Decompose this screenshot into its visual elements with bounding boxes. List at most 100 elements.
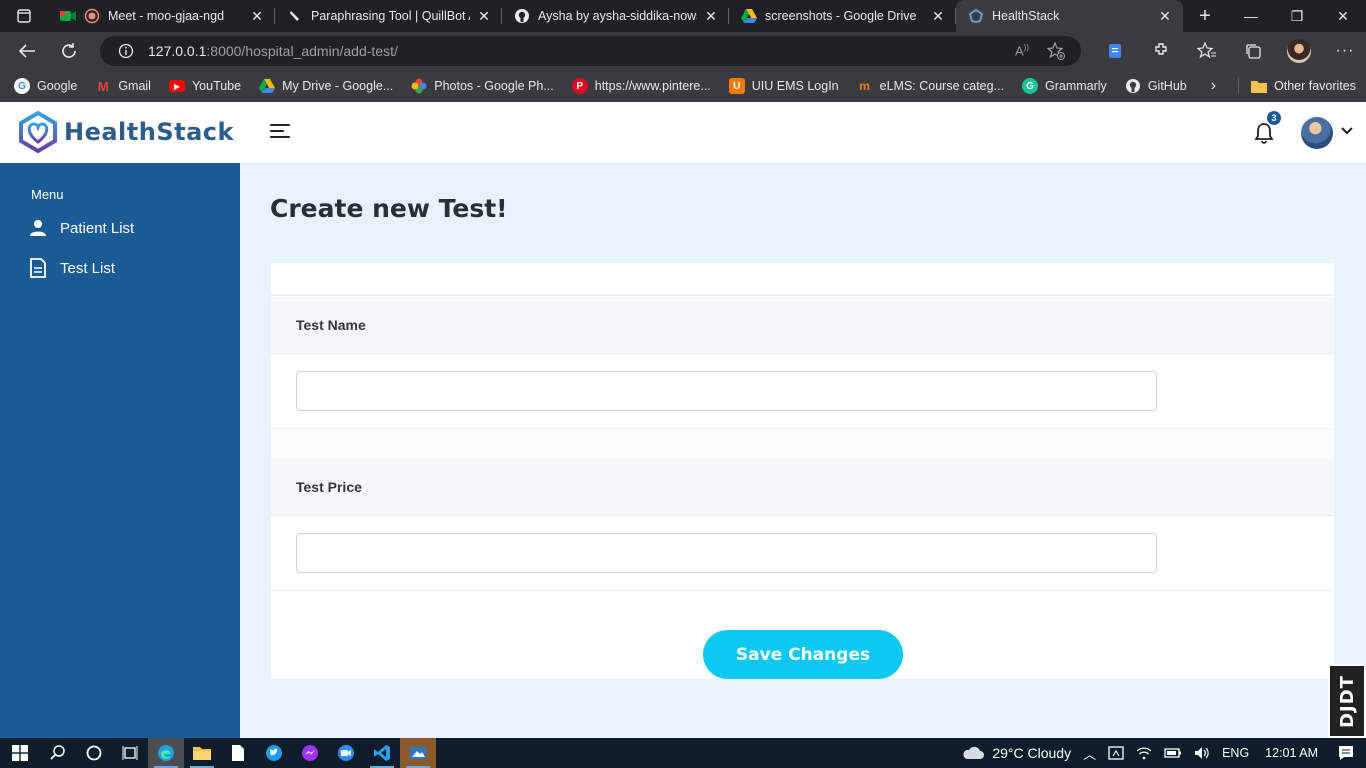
close-tab-icon[interactable]: ✕	[1157, 8, 1173, 24]
browser-tab-active[interactable]: HealthStack ✕	[956, 0, 1183, 32]
tab-title: screenshots - Google Drive	[765, 9, 917, 23]
close-tab-icon[interactable]: ✕	[249, 8, 265, 24]
battery-icon[interactable]	[1164, 747, 1182, 759]
taskbar-file-explorer[interactable]	[184, 738, 220, 768]
action-center-icon[interactable]	[1338, 745, 1354, 761]
taskbar-snipping-tool[interactable]	[400, 738, 436, 768]
weather-widget[interactable]: 29°C Cloudy	[962, 745, 1071, 761]
search-icon	[50, 745, 65, 760]
bookmark-item[interactable]: m eLMS: Course categ...	[857, 78, 1004, 94]
task-view-button[interactable]	[112, 738, 148, 768]
volume-icon[interactable]	[1194, 746, 1210, 760]
bookmark-item[interactable]: GitHub	[1125, 78, 1187, 94]
zoom-icon	[338, 745, 354, 761]
start-button[interactable]	[0, 738, 40, 768]
browser-tab[interactable]: screenshots - Google Drive ✕	[729, 0, 956, 32]
hamburger-menu-icon[interactable]	[270, 124, 290, 142]
test-name-input[interactable]	[296, 371, 1157, 411]
read-aloud-icon[interactable]: A))	[1015, 43, 1029, 58]
drive-icon	[259, 78, 276, 94]
docs-extension-icon[interactable]	[1092, 43, 1138, 59]
extensions-icon[interactable]	[1138, 42, 1184, 60]
chevron-down-icon[interactable]	[1340, 124, 1354, 143]
refresh-icon	[62, 43, 76, 58]
address-bar[interactable]: 127.0.0.1:8000/hospital_admin/add-test/ …	[100, 36, 1081, 66]
snipping-icon	[410, 747, 426, 759]
back-arrow-icon	[18, 44, 35, 58]
taskbar-vscode[interactable]	[364, 738, 400, 768]
more-menu-icon[interactable]: ···	[1322, 42, 1366, 60]
restore-icon[interactable]: ❐	[1274, 0, 1320, 32]
test-price-input[interactable]	[296, 533, 1157, 573]
brand-logo[interactable]: HealthStack	[18, 111, 234, 153]
wifi-icon[interactable]	[1136, 746, 1152, 760]
django-debug-toolbar-handle[interactable]: DJDT	[1328, 664, 1366, 738]
document-icon	[28, 258, 48, 278]
taskbar-edge[interactable]	[148, 738, 184, 768]
bookmark-item[interactable]: G Google	[14, 78, 77, 94]
toolbar-extensions: ···	[1092, 32, 1366, 70]
tab-title: Paraphrasing Tool | QuillBot AI	[311, 9, 470, 23]
profile-avatar[interactable]	[1276, 39, 1322, 63]
other-favorites[interactable]: Other favorites	[1251, 78, 1356, 94]
taskbar-notepad[interactable]	[220, 738, 256, 768]
app-header: HealthStack 3	[0, 102, 1366, 163]
sidebar-item-label: Patient List	[60, 219, 135, 237]
browser-tab[interactable]: Aysha by aysha-siddika-nows ✕	[502, 0, 729, 32]
sidebar-item-label: Test List	[60, 259, 116, 277]
browser-tab[interactable]: Paraphrasing Tool | QuillBot AI ✕	[275, 0, 502, 32]
bookmark-item[interactable]: U UIU EMS LogIn	[728, 78, 839, 94]
collections-icon[interactable]	[1230, 42, 1276, 60]
back-button[interactable]	[6, 32, 48, 70]
close-tab-icon[interactable]: ✕	[930, 8, 946, 24]
messenger-icon	[302, 745, 318, 761]
bookmark-item[interactable]: Photos - Google Ph...	[411, 78, 554, 94]
folder-icon	[1251, 78, 1268, 94]
cloud-icon	[963, 746, 985, 759]
browser-tab[interactable]: Meet - moo-gjaa-ngd ✕	[48, 0, 275, 32]
new-tab-button[interactable]: +	[1183, 0, 1227, 32]
tab-actions-button[interactable]	[0, 0, 48, 32]
favorites-icon[interactable]	[1184, 42, 1230, 60]
user-avatar[interactable]	[1301, 117, 1333, 149]
taskbar-zoom[interactable]	[328, 738, 364, 768]
sidebar-item-patient-list[interactable]: Patient List	[28, 218, 134, 238]
cortana-button[interactable]	[76, 738, 112, 768]
bookmark-item[interactable]: ▶ YouTube	[168, 79, 241, 93]
taskbar-messenger[interactable]	[292, 738, 328, 768]
info-icon[interactable]	[118, 43, 134, 59]
chevron-up-icon[interactable]: ︿	[1083, 744, 1096, 763]
bookmark-item[interactable]: M Gmail	[95, 78, 151, 94]
close-tab-icon[interactable]: ✕	[476, 8, 492, 24]
search-button[interactable]	[40, 738, 76, 768]
taskbar-twitter[interactable]	[256, 738, 292, 768]
bookmarks-bar: G Google M Gmail ▶ YouTube My Drive - Googl…	[0, 70, 1366, 102]
pinterest-icon: P	[571, 78, 588, 94]
url-text: 127.0.0.1:8000/hospital_admin/add-test/	[148, 43, 398, 59]
chevron-right-icon[interactable]: ›	[1211, 77, 1216, 95]
tab-actions-icon	[17, 9, 31, 23]
close-window-icon[interactable]: ✕	[1320, 0, 1366, 32]
clock[interactable]: 12:01 AM	[1265, 746, 1318, 760]
bookmark-item[interactable]: My Drive - Google...	[259, 78, 393, 94]
close-tab-icon[interactable]: ✕	[703, 8, 719, 24]
twitter-icon	[266, 745, 282, 761]
notification-bell-icon[interactable]	[1254, 122, 1274, 149]
input-language[interactable]: ENG	[1222, 746, 1249, 760]
meet-icon	[60, 8, 76, 24]
minimize-icon[interactable]: —	[1228, 0, 1274, 32]
file-icon	[232, 745, 244, 761]
page-title: Create new Test!	[270, 194, 508, 223]
sidebar-item-test-list[interactable]: Test List	[28, 258, 115, 278]
add-favorite-icon[interactable]	[1047, 42, 1065, 60]
test-price-label: Test Price	[271, 459, 1334, 516]
bookmark-item[interactable]: G Grammarly	[1022, 78, 1107, 94]
battery-manager-icon[interactable]	[1108, 745, 1124, 761]
test-name-label: Test Name	[271, 297, 1334, 354]
recording-icon	[84, 8, 100, 24]
vscode-icon	[374, 745, 390, 761]
save-changes-button[interactable]: Save Changes	[703, 630, 903, 679]
refresh-button[interactable]	[48, 32, 90, 70]
person-icon	[28, 218, 48, 238]
bookmark-item[interactable]: Phttps://www.pintere...	[571, 78, 711, 94]
